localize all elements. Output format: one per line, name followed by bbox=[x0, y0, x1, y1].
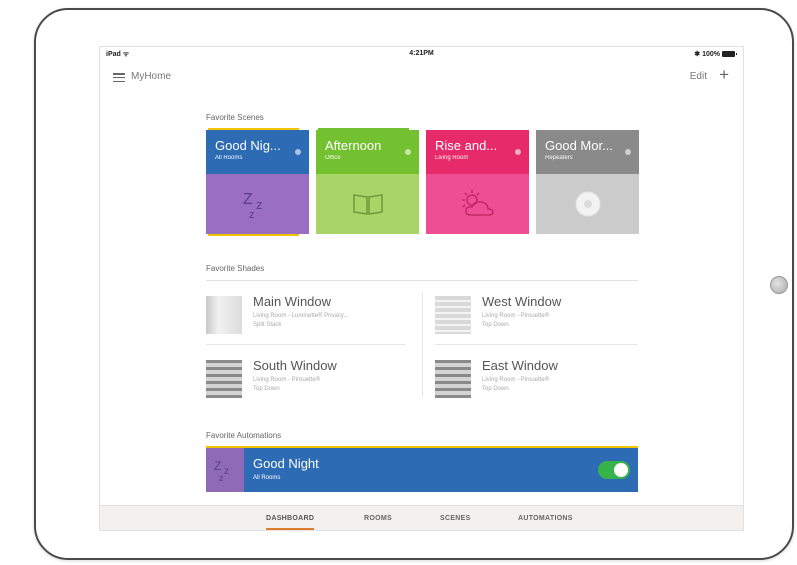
shade-east-window[interactable]: East Window Living Room - Pirouette® Top… bbox=[435, 358, 645, 408]
edit-button[interactable]: Edit bbox=[690, 71, 707, 82]
home-button[interactable] bbox=[770, 276, 788, 294]
shade-name: Main Window bbox=[253, 294, 332, 309]
hamburger-menu-icon[interactable] bbox=[113, 73, 125, 83]
scenes-row: Good Nig... All Rooms Z z z Afternoon Of… bbox=[206, 128, 639, 236]
automation-good-night[interactable]: Z z z Good Night All Rooms bbox=[206, 446, 638, 492]
shade-desc-line2: Top Down bbox=[482, 322, 509, 328]
scene-name: Good Nig... bbox=[215, 138, 281, 153]
column-divider bbox=[422, 292, 423, 397]
scene-room: Living Room bbox=[435, 155, 469, 161]
svg-text:z: z bbox=[256, 197, 263, 212]
shade-desc-line1: Living Room - Pirouette® bbox=[253, 377, 321, 383]
top-nav: MyHome Edit + bbox=[100, 61, 743, 91]
sun-cloud-icon bbox=[461, 190, 494, 216]
active-tab-indicator bbox=[266, 528, 315, 530]
shade-desc-line2: Split Stack bbox=[253, 322, 282, 328]
scene-name: Good Mor... bbox=[545, 138, 613, 153]
scene-card-good-night[interactable]: Good Nig... All Rooms Z z z bbox=[206, 128, 309, 236]
scene-room: All Rooms bbox=[215, 155, 243, 161]
shade-thumbnail bbox=[206, 360, 242, 398]
shade-thumbnail bbox=[435, 296, 471, 334]
battery-icon bbox=[722, 51, 737, 57]
scene-icon-area bbox=[536, 174, 639, 234]
status-bar: iPad ᯤ 4:21PM ✱ 100% bbox=[100, 47, 743, 61]
scene-card-afternoon[interactable]: Afternoon Office bbox=[316, 128, 419, 234]
shade-name: West Window bbox=[482, 294, 562, 309]
scene-options-icon[interactable] bbox=[625, 149, 631, 155]
svg-text:z: z bbox=[219, 473, 224, 482]
shade-description: Living Room - Pirouette® Top Down bbox=[253, 376, 413, 394]
shade-thumbnail bbox=[206, 296, 242, 334]
automation-accent bbox=[206, 446, 638, 448]
scene-options-icon[interactable] bbox=[515, 149, 521, 155]
shade-desc-line1: Living Room - Pirouette® bbox=[482, 377, 550, 383]
book-icon bbox=[352, 194, 383, 215]
favorite-shades-title: Favorite Shades bbox=[206, 264, 265, 273]
app-screen: iPad ᯤ 4:21PM ✱ 100% MyHome Edit + Favor… bbox=[99, 46, 744, 531]
svg-text:z: z bbox=[249, 209, 255, 219]
scene-icon-area bbox=[316, 174, 419, 234]
scene-header: Afternoon Office bbox=[316, 130, 419, 174]
shade-desc-line1: Living Room - Pirouette® bbox=[482, 313, 550, 319]
zzz-sleep-icon: Z z z bbox=[243, 191, 263, 219]
scene-options-icon[interactable] bbox=[295, 149, 301, 155]
scene-accent bbox=[208, 234, 299, 236]
shade-main-window[interactable]: Main Window Living Room - Luminette® Pri… bbox=[206, 294, 416, 344]
automation-name: Good Night bbox=[253, 456, 319, 471]
toggle-knob bbox=[614, 463, 628, 477]
scene-icon-area: Z z z bbox=[206, 174, 309, 234]
tab-rooms[interactable]: ROOMS bbox=[364, 515, 392, 522]
favorite-scenes-title: Favorite Scenes bbox=[206, 113, 264, 122]
svg-text:Z: Z bbox=[243, 191, 253, 208]
shade-name: South Window bbox=[253, 358, 337, 373]
shade-thumbnail bbox=[435, 360, 471, 398]
shade-south-window[interactable]: South Window Living Room - Pirouette® To… bbox=[206, 358, 416, 408]
scene-header: Rise and... Living Room bbox=[426, 130, 529, 174]
svg-text:Z: Z bbox=[214, 459, 221, 473]
automation-icon-area: Z z z bbox=[206, 448, 244, 492]
scene-icon-area bbox=[426, 174, 529, 234]
scene-header: Good Nig... All Rooms bbox=[206, 130, 309, 174]
zzz-sleep-icon: Z z z bbox=[214, 459, 229, 482]
battery-indicator: ✱ 100% bbox=[694, 50, 737, 58]
scene-header: Good Mor... Repeaters bbox=[536, 130, 639, 174]
section-divider bbox=[206, 280, 638, 281]
scene-room: Repeaters bbox=[545, 155, 573, 161]
tab-automations[interactable]: AUTOMATIONS bbox=[518, 515, 573, 522]
scene-card-rise-and-shine[interactable]: Rise and... Living Room bbox=[426, 130, 529, 234]
shade-name: East Window bbox=[482, 358, 558, 373]
status-time: 4:21PM bbox=[409, 50, 434, 57]
battery-percent: ✱ 100% bbox=[694, 51, 720, 58]
plus-icon[interactable]: + bbox=[719, 66, 729, 83]
tab-scenes[interactable]: SCENES bbox=[440, 515, 471, 522]
scene-options-icon[interactable] bbox=[405, 149, 411, 155]
row-divider bbox=[435, 344, 638, 345]
automation-toggle[interactable] bbox=[598, 461, 630, 479]
scene-name: Rise and... bbox=[435, 138, 498, 153]
shade-description: Living Room - Pirouette® Top Down bbox=[482, 312, 642, 330]
home-title[interactable]: MyHome bbox=[131, 71, 171, 82]
bottom-tab-bar: DASHBOARD ROOMS SCENES AUTOMATIONS bbox=[100, 505, 743, 530]
shade-desc-line1: Living Room - Luminette® Privacy... bbox=[253, 313, 349, 319]
favorite-automations-title: Favorite Automations bbox=[206, 431, 282, 440]
tab-dashboard[interactable]: DASHBOARD bbox=[266, 515, 315, 530]
shade-desc-line2: Top Down bbox=[482, 386, 509, 392]
row-divider bbox=[206, 344, 406, 345]
shade-description: Living Room - Luminette® Privacy... Spli… bbox=[253, 312, 413, 330]
repeater-device-icon bbox=[575, 191, 600, 217]
shade-description: Living Room - Pirouette® Top Down bbox=[482, 376, 642, 394]
scene-card-good-morning[interactable]: Good Mor... Repeaters bbox=[536, 130, 639, 234]
scene-room: Office bbox=[325, 155, 341, 161]
tab-label: DASHBOARD bbox=[266, 515, 315, 522]
automation-room: All Rooms bbox=[253, 475, 281, 481]
scene-name: Afternoon bbox=[325, 138, 382, 153]
svg-text:z: z bbox=[224, 466, 229, 477]
shade-desc-line2: Top Down bbox=[253, 386, 280, 392]
shade-west-window[interactable]: West Window Living Room - Pirouette® Top… bbox=[435, 294, 645, 344]
